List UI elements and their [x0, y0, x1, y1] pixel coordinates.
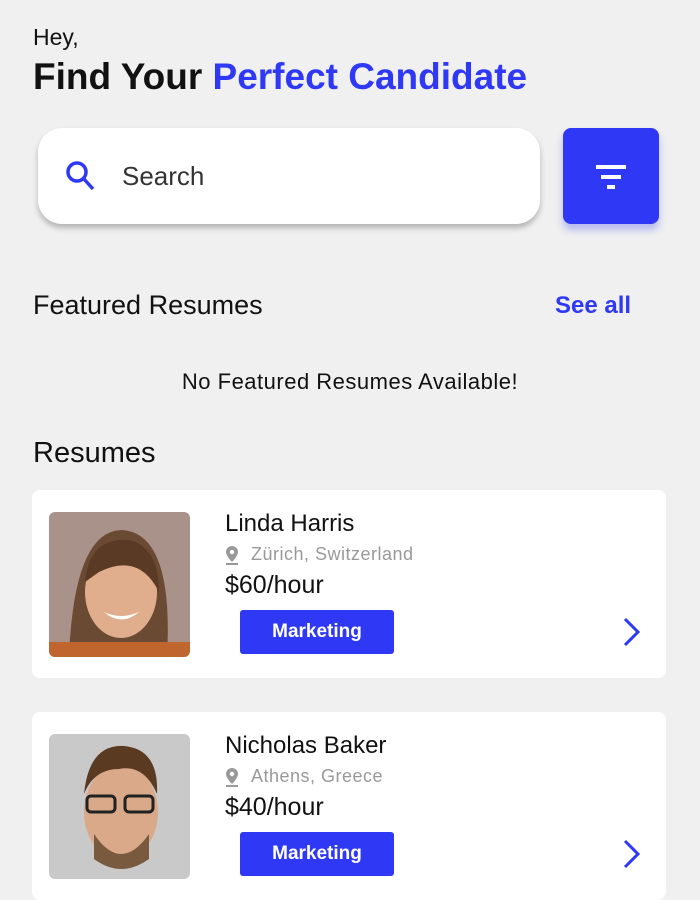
- title-accent: Perfect Candidate: [212, 56, 528, 97]
- location-text: Athens, Greece: [251, 766, 384, 786]
- filter-icon: [596, 165, 626, 189]
- location-text: Zürich, Switzerland: [251, 544, 414, 564]
- resume-card[interactable]: Linda Harris Zürich, Switzerland $60/hou…: [32, 490, 666, 678]
- greeting: Hey,: [33, 24, 79, 50]
- category-tag: Marketing: [240, 610, 394, 654]
- avatar: [49, 512, 190, 657]
- candidate-location: Zürich, Switzerland: [225, 544, 414, 565]
- resume-card[interactable]: Nicholas Baker Athens, Greece $40/hour M…: [32, 712, 666, 900]
- category-tag: Marketing: [240, 832, 394, 876]
- chevron-right-icon[interactable]: [622, 839, 642, 869]
- search-bar[interactable]: [38, 128, 540, 224]
- search-input[interactable]: [122, 160, 502, 192]
- resumes-heading: Resumes: [33, 437, 156, 469]
- title-prefix: Find Your: [33, 56, 213, 97]
- location-pin-icon: [226, 767, 238, 787]
- featured-heading: Featured Resumes: [33, 290, 263, 320]
- see-all-link[interactable]: See all: [555, 292, 631, 320]
- candidate-location: Athens, Greece: [225, 766, 383, 787]
- filter-button[interactable]: [563, 128, 659, 224]
- hourly-rate: $60/hour: [225, 571, 324, 599]
- candidate-name: Nicholas Baker: [225, 732, 387, 759]
- avatar: [49, 734, 190, 879]
- page-title: Find Your Perfect Candidate: [33, 56, 527, 98]
- featured-empty-message: No Featured Resumes Available!: [181, 369, 519, 394]
- candidate-name: Linda Harris: [225, 510, 355, 537]
- chevron-right-icon[interactable]: [622, 617, 642, 647]
- hourly-rate: $40/hour: [225, 793, 324, 821]
- location-pin-icon: [226, 545, 238, 565]
- search-icon: [66, 161, 95, 191]
